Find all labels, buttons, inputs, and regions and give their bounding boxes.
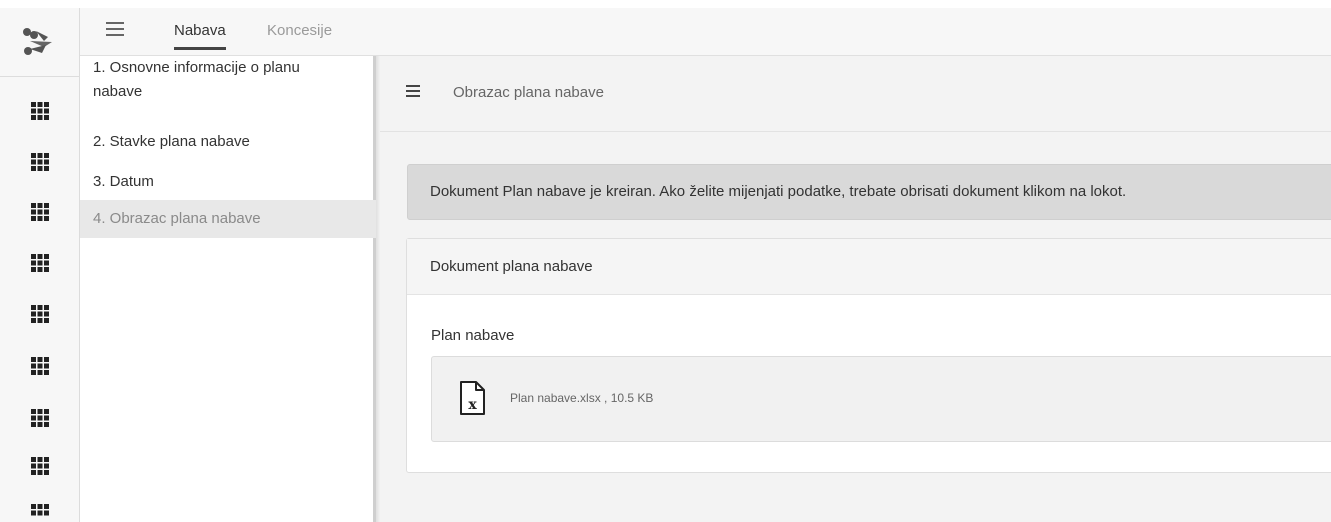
info-alert: Dokument Plan nabave je kreiran. Ako žel… [407, 164, 1331, 220]
page-title: Obrazac plana nabave [453, 84, 604, 101]
grid-icon[interactable] [31, 102, 49, 120]
logo-divider [0, 76, 80, 77]
grid-icon[interactable] [31, 254, 49, 272]
tab-koncesije[interactable]: Koncesije [267, 22, 332, 47]
file-attachment[interactable]: x Plan nabave.xlsx , 10.5 KB [431, 356, 1331, 442]
tab-nabava[interactable]: Nabava [174, 22, 226, 50]
grid-icon[interactable] [31, 409, 49, 427]
chevron-logo-icon [23, 28, 52, 55]
step-osnovne-informacije[interactable]: 1. Osnovne informacije o planu nabave [80, 56, 376, 104]
step-label-line1: 1. Osnovne informacije o planu [93, 59, 300, 76]
app-logo[interactable] [0, 8, 80, 76]
excel-file-icon: x [460, 381, 485, 415]
grid-icon[interactable] [31, 504, 49, 522]
grid-icon[interactable] [31, 305, 49, 323]
main-content: Obrazac plana nabave Dokument Plan nabav… [380, 56, 1331, 522]
grid-icon[interactable] [31, 153, 49, 171]
app-rail [0, 8, 80, 522]
svg-text:x: x [468, 397, 477, 413]
card-header: Dokument plana nabave [407, 239, 1331, 295]
step-stavke-plana[interactable]: 2. Stavke plana nabave [80, 130, 376, 154]
steps-panel: 1. Osnovne informacije o planu nabave 2.… [80, 56, 376, 522]
file-name: Plan nabave.xlsx , 10.5 KB [510, 391, 654, 405]
grid-icon[interactable] [31, 203, 49, 221]
step-label-line2: nabave [93, 83, 143, 100]
top-navigation: Nabava Koncesije [80, 8, 1331, 56]
step-datum[interactable]: 3. Datum [80, 170, 376, 194]
hamburger-menu-icon[interactable] [106, 22, 124, 36]
top-strip [0, 0, 1331, 8]
grid-icon[interactable] [31, 457, 49, 475]
step-obrazac-plana[interactable]: 4. Obrazac plana nabave [80, 200, 376, 238]
content-menu-icon[interactable] [406, 85, 420, 97]
document-card: Dokument plana nabave Plan nabave x Plan… [406, 238, 1331, 473]
field-label: Plan nabave [431, 327, 515, 344]
content-header: Obrazac plana nabave [380, 56, 1331, 132]
grid-icon[interactable] [31, 357, 49, 375]
